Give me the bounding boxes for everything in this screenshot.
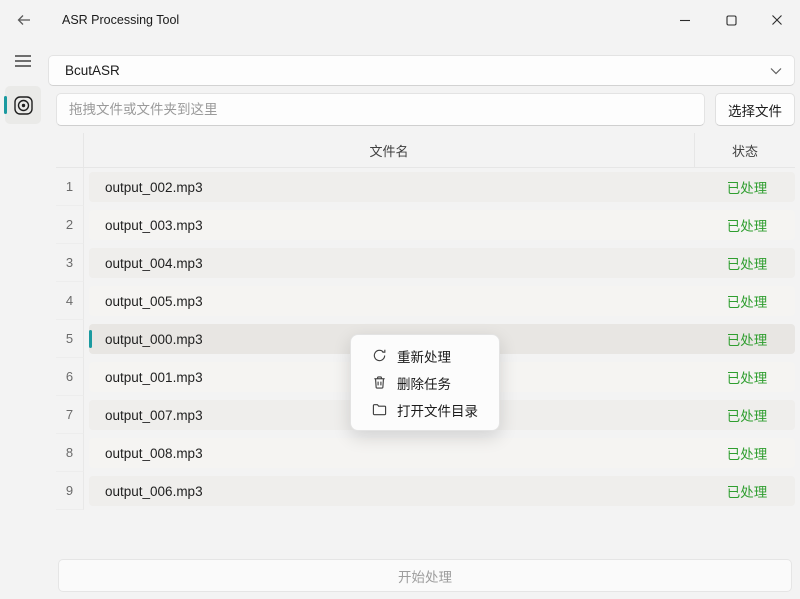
row-selected-pill [89, 330, 92, 348]
file-table: 文件名 状态 1 output_002.mp3 已处理 2 output_003… [56, 133, 795, 510]
status-badge: 已处理 [699, 177, 795, 197]
row-index: 6 [56, 358, 84, 396]
context-menu-item-delete[interactable]: 删除任务 [351, 369, 499, 396]
record-icon [13, 95, 34, 116]
context-menu-item-reprocess[interactable]: 重新处理 [351, 342, 499, 369]
row-index: 3 [56, 244, 84, 282]
header-status: 状态 [695, 133, 795, 167]
selected-indicator [4, 96, 7, 114]
close-button[interactable] [754, 0, 800, 40]
row-index: 7 [56, 396, 84, 434]
table-header: 文件名 状态 [56, 133, 795, 168]
trash-icon [371, 375, 387, 391]
context-menu-label: 重新处理 [397, 346, 451, 366]
window-title: ASR Processing Tool [62, 13, 179, 27]
header-filename: 文件名 [84, 133, 695, 167]
context-menu-item-open-folder[interactable]: 打开文件目录 [351, 396, 499, 423]
status-badge: 已处理 [699, 215, 795, 235]
start-processing-button[interactable]: 开始处理 [58, 559, 792, 592]
table-row[interactable]: 8 output_008.mp3 已处理 [56, 434, 795, 472]
open-folder-icon [371, 402, 387, 418]
row-index: 1 [56, 168, 84, 206]
maximize-icon [726, 15, 737, 26]
engine-select-value: BcutASR [65, 63, 120, 78]
sidebar [0, 40, 46, 599]
context-menu: 重新处理 删除任务 打开文件目录 [350, 334, 500, 431]
menu-icon [14, 54, 32, 68]
file-drop-input[interactable] [56, 93, 705, 126]
choose-file-button[interactable]: 选择文件 [715, 93, 795, 126]
status-badge: 已处理 [699, 253, 795, 273]
window-controls [662, 0, 800, 40]
file-drop-row: 选择文件 [56, 93, 795, 126]
table-row[interactable]: 2 output_003.mp3 已处理 [56, 206, 795, 244]
status-badge: 已处理 [699, 481, 795, 501]
row-filename: output_008.mp3 [89, 446, 699, 461]
nav-menu-button[interactable] [6, 46, 40, 76]
row-filename: output_004.mp3 [89, 256, 699, 271]
main-content: BcutASR 选择文件 文件名 状态 1 output_002.mp3 已处理… [48, 40, 800, 599]
row-filename: output_005.mp3 [89, 294, 699, 309]
row-filename: output_006.mp3 [89, 484, 699, 499]
row-filename: output_003.mp3 [89, 218, 699, 233]
titlebar: ASR Processing Tool [0, 0, 800, 40]
status-badge: 已处理 [699, 367, 795, 387]
status-badge: 已处理 [699, 405, 795, 425]
chevron-down-icon [770, 67, 782, 75]
row-index: 8 [56, 434, 84, 472]
refresh-icon [371, 348, 387, 364]
row-index: 5 [56, 320, 84, 358]
close-icon [771, 14, 783, 26]
context-menu-label: 打开文件目录 [397, 400, 478, 420]
status-badge: 已处理 [699, 329, 795, 349]
status-badge: 已处理 [699, 443, 795, 463]
engine-select[interactable]: BcutASR [48, 55, 795, 86]
status-badge: 已处理 [699, 291, 795, 311]
back-button[interactable] [8, 6, 40, 34]
table-row[interactable]: 9 output_006.mp3 已处理 [56, 472, 795, 510]
table-row[interactable]: 4 output_005.mp3 已处理 [56, 282, 795, 320]
back-icon [16, 12, 32, 28]
context-menu-label: 删除任务 [397, 373, 451, 393]
table-row[interactable]: 1 output_002.mp3 已处理 [56, 168, 795, 206]
sidebar-item-asr[interactable] [5, 86, 41, 124]
row-index: 2 [56, 206, 84, 244]
minimize-icon [679, 14, 691, 26]
table-row[interactable]: 3 output_004.mp3 已处理 [56, 244, 795, 282]
minimize-button[interactable] [662, 0, 708, 40]
row-filename: output_002.mp3 [89, 180, 699, 195]
header-index [56, 133, 84, 167]
row-index: 4 [56, 282, 84, 320]
maximize-button[interactable] [708, 0, 754, 40]
row-index: 9 [56, 472, 84, 510]
